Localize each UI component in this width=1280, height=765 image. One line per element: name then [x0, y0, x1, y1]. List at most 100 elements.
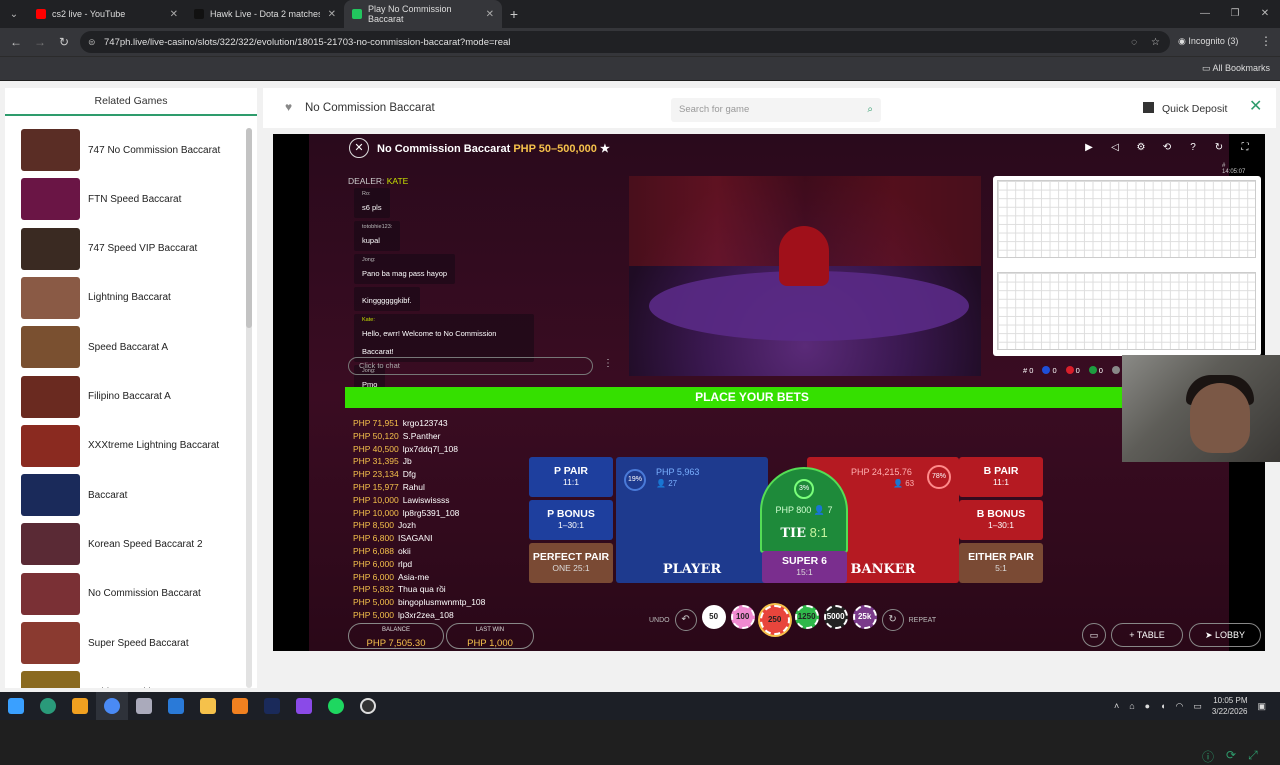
game-thumbnail[interactable]: [21, 227, 80, 270]
exit-game-icon[interactable]: ✕: [349, 138, 369, 158]
start-icon[interactable]: [0, 692, 32, 720]
obs-icon[interactable]: [352, 692, 384, 720]
expand-icon[interactable]: ⤢: [1248, 748, 1258, 765]
close-window-icon[interactable]: ✕: [1250, 0, 1280, 28]
sidebar-scroll-thumb[interactable]: [246, 128, 252, 328]
network-icon[interactable]: ⌂: [1129, 701, 1134, 711]
history-icon[interactable]: ⟲: [1157, 138, 1177, 158]
incognito-indicator[interactable]: ◉ Incognito (3): [1178, 36, 1238, 47]
app-icon[interactable]: [128, 692, 160, 720]
game-thumbnail[interactable]: [21, 572, 80, 615]
player-bet[interactable]: 19% PHP 5,963 👤 27 PLAYER: [616, 457, 768, 583]
info-icon[interactable]: ⓘ: [1202, 748, 1214, 765]
fullscreen-icon[interactable]: ⛶: [1235, 138, 1255, 158]
search-icon[interactable]: ⌕: [867, 98, 873, 122]
game-thumbnail[interactable]: [21, 671, 80, 688]
related-game-item[interactable]: XXXtreme Lightning Baccarat: [21, 424, 236, 468]
forward-icon[interactable]: →: [28, 35, 52, 49]
mic-icon[interactable]: ●: [1145, 701, 1150, 711]
chat-input[interactable]: Click to chat: [348, 357, 593, 375]
related-game-item[interactable]: 747 Speed VIP Baccarat: [21, 227, 236, 271]
table-button[interactable]: + TABLE: [1111, 623, 1183, 647]
refresh-game-icon[interactable]: ⟳: [1226, 748, 1236, 765]
chip-1250[interactable]: 1250: [794, 605, 819, 629]
related-game-item[interactable]: Baccarat: [21, 473, 236, 517]
game-thumbnail[interactable]: [21, 622, 80, 664]
chat-more-icon[interactable]: ⋮: [603, 358, 613, 369]
game-thumbnail[interactable]: [21, 474, 80, 517]
file-explorer-icon[interactable]: [192, 692, 224, 720]
super-6-bet[interactable]: SUPER 6 15:1: [762, 551, 847, 583]
refresh-icon[interactable]: ↻: [1209, 138, 1229, 158]
clock[interactable]: 10:05 PM 3/22/2026: [1212, 695, 1248, 717]
chat-toggle-button[interactable]: ▭: [1082, 623, 1106, 647]
b-pair-bet[interactable]: B PAIR 11:1: [959, 457, 1043, 497]
edge-icon[interactable]: [32, 692, 64, 720]
video-icon[interactable]: ▶: [1079, 138, 1099, 158]
related-game-item[interactable]: Golden Wealth Baccarat: [21, 670, 236, 688]
related-game-item[interactable]: Super Speed Baccarat: [21, 621, 236, 665]
either-pair-bet[interactable]: EITHER PAIR 5:1: [959, 543, 1043, 583]
notification-icon[interactable]: ▣: [1257, 701, 1266, 712]
twitch-icon[interactable]: [288, 692, 320, 720]
site-info-icon[interactable]: ⊜: [88, 37, 96, 48]
restore-icon[interactable]: ❐: [1220, 0, 1250, 28]
tab-youtube[interactable]: cs2 live - YouTube ✕: [28, 0, 186, 28]
game-thumbnail[interactable]: [21, 129, 80, 171]
close-tab-icon[interactable]: ✕: [170, 9, 178, 20]
p-bonus-bet[interactable]: P BONUS 1–30:1: [529, 500, 613, 540]
help-icon[interactable]: ?: [1183, 138, 1203, 158]
chrome-icon[interactable]: [96, 692, 128, 720]
bookmark-star-icon[interactable]: ☆: [1151, 37, 1160, 48]
tie-bet[interactable]: 3% PHP 800 👤 7 TIE 8:1: [760, 467, 848, 553]
new-tab-button[interactable]: +: [502, 6, 526, 22]
related-game-item[interactable]: Filipino Baccarat A: [21, 375, 236, 419]
wifi-icon[interactable]: ◠: [1176, 701, 1184, 712]
browser-menu-icon[interactable]: ⋮: [1260, 34, 1272, 48]
game-thumbnail[interactable]: [21, 424, 80, 467]
minimize-icon[interactable]: —: [1190, 0, 1220, 28]
chip-25k[interactable]: 25k: [852, 605, 877, 629]
vscode-icon[interactable]: [160, 692, 192, 720]
heart-icon[interactable]: ♥: [285, 100, 292, 114]
repeat-button[interactable]: ↻: [881, 609, 904, 631]
game-thumbnail[interactable]: [21, 178, 80, 221]
game-thumbnail[interactable]: [21, 375, 80, 418]
sound-muted-icon[interactable]: ◁: [1105, 138, 1125, 158]
settings-icon[interactable]: ⚙: [1131, 138, 1151, 158]
chevron-up-icon[interactable]: ˄: [1114, 701, 1119, 711]
all-bookmarks[interactable]: ▭ All Bookmarks: [1202, 63, 1270, 74]
reload-icon[interactable]: ↻: [52, 35, 76, 49]
close-game-icon[interactable]: ✕: [1249, 96, 1262, 116]
related-game-item[interactable]: Speed Baccarat A: [21, 325, 236, 369]
battery-icon[interactable]: ▭: [1193, 701, 1202, 712]
perfect-pair-bet[interactable]: PERFECT PAIR ONE 25:1: [529, 543, 613, 583]
url-field[interactable]: ⊜ 747ph.live/live-casino/slots/322/322/e…: [80, 31, 1170, 53]
game-thumbnail[interactable]: [21, 326, 80, 369]
photoshop-icon[interactable]: [256, 692, 288, 720]
back-icon[interactable]: ←: [4, 35, 28, 49]
game-thumbnail[interactable]: [21, 523, 80, 566]
game-thumbnail[interactable]: [21, 276, 80, 319]
sublime-icon[interactable]: [224, 692, 256, 720]
photos-icon[interactable]: [64, 692, 96, 720]
p-pair-bet[interactable]: P PAIR 11:1: [529, 457, 613, 497]
roadmap[interactable]: [993, 176, 1261, 356]
volume-icon[interactable]: ◖: [1160, 701, 1165, 711]
tab-hawk-live[interactable]: Hawk Live - Dota 2 matches live ✕: [186, 0, 344, 28]
chip-5000[interactable]: 5000: [823, 605, 848, 629]
chip-50[interactable]: 50: [701, 605, 726, 629]
related-game-item[interactable]: FTN Speed Baccarat: [21, 177, 236, 221]
related-game-item[interactable]: Korean Speed Baccarat 2: [21, 522, 236, 566]
undo-button[interactable]: ↶: [674, 609, 697, 631]
spotify-icon[interactable]: [320, 692, 352, 720]
chip-100[interactable]: 100: [730, 605, 755, 629]
related-game-item[interactable]: Lightning Baccarat: [21, 276, 236, 320]
quick-deposit-button[interactable]: Quick Deposit: [1143, 102, 1227, 115]
favourite-star-icon[interactable]: ★: [600, 143, 610, 155]
b-bonus-bet[interactable]: B BONUS 1–30:1: [959, 500, 1043, 540]
eye-off-icon[interactable]: ◌: [1131, 37, 1137, 48]
tab-search-icon[interactable]: ⌄: [0, 0, 28, 28]
tab-baccarat[interactable]: Play No Commission Baccarat ✕: [344, 0, 502, 28]
chip-250[interactable]: 250: [759, 605, 790, 635]
